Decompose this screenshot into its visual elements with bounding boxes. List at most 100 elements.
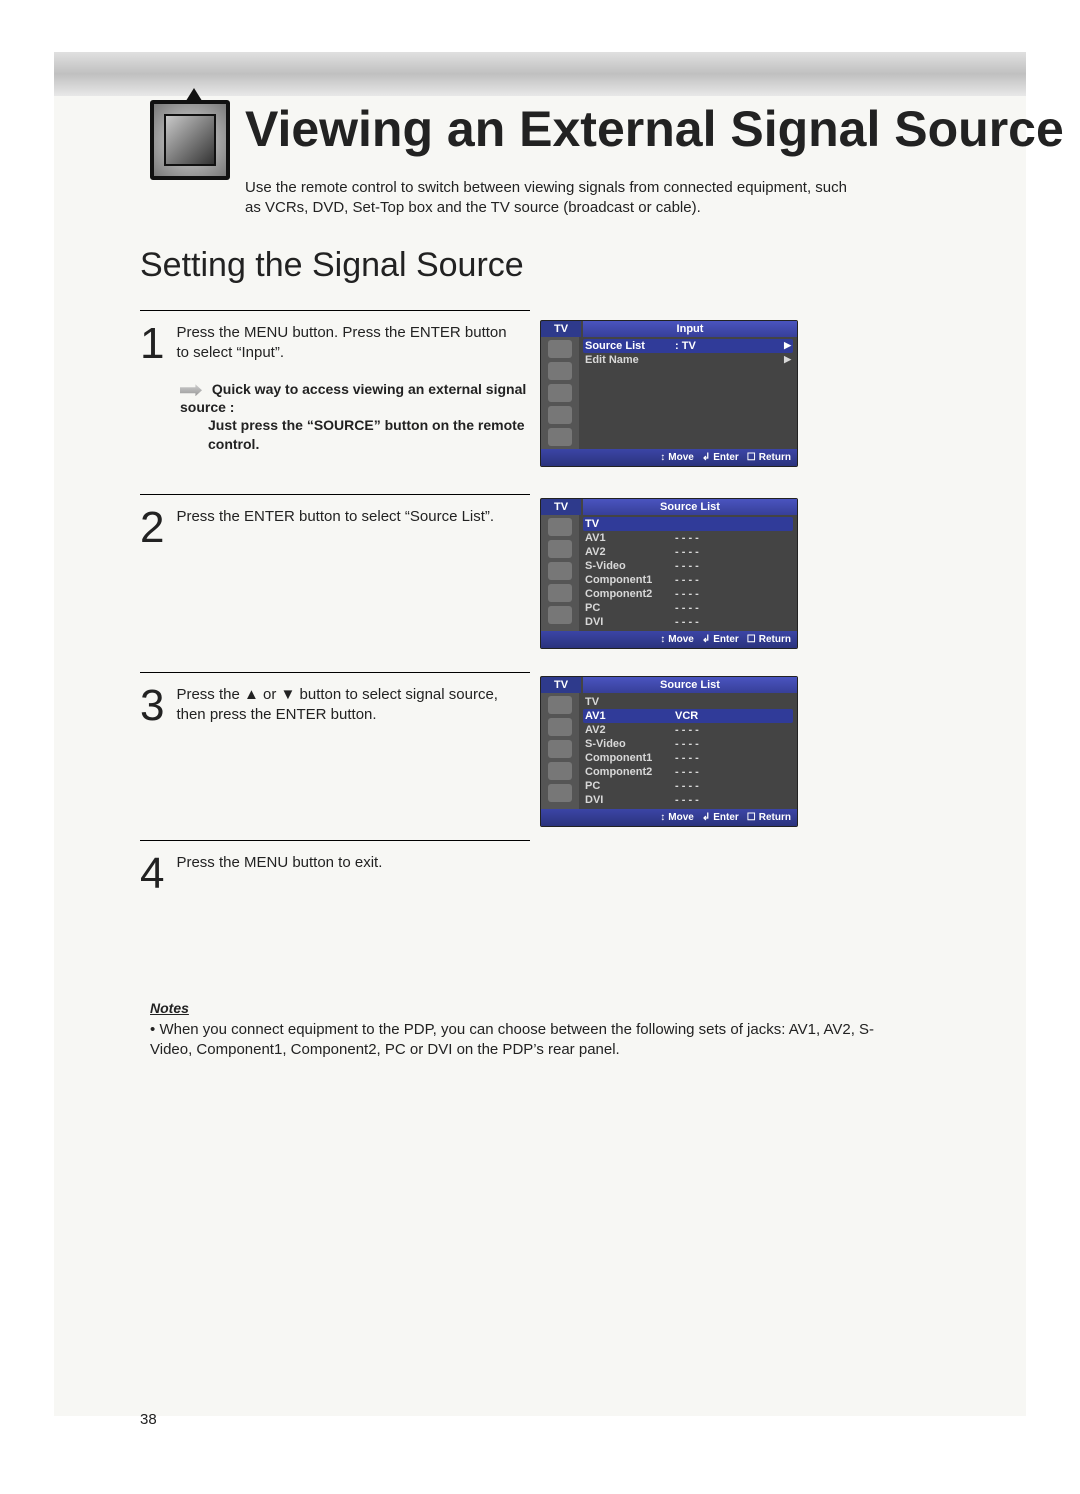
osd-footer: ↕ Move ↲ Enter ☐ Return [541, 449, 797, 466]
osd-title: Source List [583, 499, 797, 515]
osd-rows: TVAV1- - - -AV2- - - -S-Video- - - -Comp… [579, 515, 797, 631]
osd-row-label: PC [585, 780, 675, 792]
osd-icon [548, 362, 572, 380]
osd-row: AV1- - - - [583, 531, 793, 545]
osd-row: Component2- - - - [583, 587, 793, 601]
osd-row-value: - - - - [675, 752, 755, 764]
tip-line: Quick way to access viewing an external … [180, 381, 526, 415]
osd-icon [548, 562, 572, 580]
tv-icon [150, 100, 230, 200]
osd-row: AV2- - - - [583, 723, 793, 737]
osd-footer: ↕ Move ↲ Enter ☐ Return [541, 809, 797, 826]
notes-text: When you connect equipment to the PDP, y… [150, 1021, 874, 1058]
osd-icon [548, 340, 572, 358]
osd-row-label: AV2 [585, 724, 675, 736]
osd-icon [548, 518, 572, 536]
osd-row: Component2- - - - [583, 765, 793, 779]
osd-row-value: VCR [675, 710, 755, 722]
chevron-right-icon: ▶ [755, 340, 791, 352]
step-4: 4 Press the MENU button to exit. [140, 840, 530, 899]
osd-row: Edit Name▶ [583, 353, 793, 367]
osd-row-label: S-Video [585, 738, 675, 750]
osd-mode-label: TV [541, 499, 581, 515]
step-text: Press the MENU button to exit. [176, 849, 516, 873]
osd-foot-return: ☐ Return [747, 812, 791, 823]
step-number: 3 [140, 681, 172, 731]
osd-foot-move: ↕ Move [660, 812, 694, 823]
osd-screen-input: TV Input Source List: TV▶Edit Name▶ ↕ Mo… [540, 320, 798, 467]
osd-row-value [675, 354, 755, 366]
osd-screen-source-list: TV Source List TVAV1- - - -AV2- - - -S-V… [540, 498, 798, 649]
osd-foot-move: ↕ Move [660, 634, 694, 645]
osd-mode-label: TV [541, 677, 581, 693]
page-number: 38 [140, 1411, 157, 1428]
osd-row-label: DVI [585, 794, 675, 806]
osd-row-label: Source List [585, 340, 675, 352]
step-3: 3 Press the ▲ or ▼ button to select sign… [140, 672, 530, 731]
osd-title: Input [583, 321, 797, 337]
step-1: 1 Press the MENU button. Press the ENTER… [140, 310, 530, 369]
osd-icon [548, 762, 572, 780]
osd-footer: ↕ Move ↲ Enter ☐ Return [541, 631, 797, 648]
osd-foot-enter: ↲ Enter [702, 634, 739, 645]
osd-sidebar-icons [541, 515, 579, 631]
osd-row-value: - - - - [675, 724, 755, 736]
osd-row: Component1- - - - [583, 751, 793, 765]
osd-row: AV1VCR [583, 709, 793, 723]
bullet: • [150, 1021, 155, 1038]
osd-row: DVI- - - - [583, 615, 793, 629]
osd-icon [548, 406, 572, 424]
osd-row-label: TV [585, 518, 675, 530]
osd-rows: TVAV1VCRAV2- - - -S-Video- - - -Componen… [579, 693, 797, 809]
step-text: Press the MENU button. Press the ENTER b… [176, 319, 516, 362]
osd-screen-source-list-selected: TV Source List TVAV1VCRAV2- - - -S-Video… [540, 676, 798, 827]
osd-row-value: - - - - [675, 794, 755, 806]
osd-row-value: : TV [675, 340, 755, 352]
osd-row-value: - - - - [675, 780, 755, 792]
osd-icon [548, 540, 572, 558]
osd-row: TV [583, 695, 793, 709]
osd-row-value: - - - - [675, 602, 755, 614]
tip-line: Just press the “SOURCE” button on the re… [208, 416, 530, 452]
step-2: 2 Press the ENTER button to select “Sour… [140, 494, 530, 553]
osd-row-label: AV2 [585, 546, 675, 558]
chevron-right-icon: ▶ [755, 354, 791, 366]
osd-rows: Source List: TV▶Edit Name▶ [579, 337, 797, 449]
osd-row: S-Video- - - - [583, 737, 793, 751]
step-number: 1 [140, 319, 172, 369]
osd-row-label: PC [585, 602, 675, 614]
osd-row-label: Component2 [585, 588, 675, 600]
osd-row-label: S-Video [585, 560, 675, 572]
quick-tip: Quick way to access viewing an external … [180, 380, 530, 453]
osd-row: PC- - - - [583, 601, 793, 615]
osd-mode-label: TV [541, 321, 581, 337]
osd-row-label: AV1 [585, 710, 675, 722]
osd-icon [548, 696, 572, 714]
step-number: 2 [140, 503, 172, 553]
osd-row-label: Component1 [585, 752, 675, 764]
notes-heading: Notes [150, 1000, 910, 1016]
osd-row-label: Component1 [585, 574, 675, 586]
osd-icon [548, 428, 572, 446]
osd-row-label: TV [585, 696, 675, 708]
osd-icon [548, 740, 572, 758]
osd-icon [548, 584, 572, 602]
osd-row-value [675, 518, 755, 530]
manual-page: Viewing an External Signal Source Use th… [0, 0, 1080, 1494]
notes-section: Notes • When you connect equipment to th… [150, 1000, 910, 1061]
osd-icon [548, 718, 572, 736]
osd-row-value: - - - - [675, 574, 755, 586]
osd-row-label: AV1 [585, 532, 675, 544]
osd-foot-return: ☐ Return [747, 452, 791, 463]
osd-icon [548, 784, 572, 802]
osd-row-value [675, 696, 755, 708]
osd-sidebar-icons [541, 337, 579, 449]
osd-foot-move: ↕ Move [660, 452, 694, 463]
osd-row-value: - - - - [675, 616, 755, 628]
osd-row: DVI- - - - [583, 793, 793, 807]
osd-row: Source List: TV▶ [583, 339, 793, 353]
osd-row: PC- - - - [583, 779, 793, 793]
osd-title: Source List [583, 677, 797, 693]
osd-row-label: DVI [585, 616, 675, 628]
osd-row-value: - - - - [675, 588, 755, 600]
